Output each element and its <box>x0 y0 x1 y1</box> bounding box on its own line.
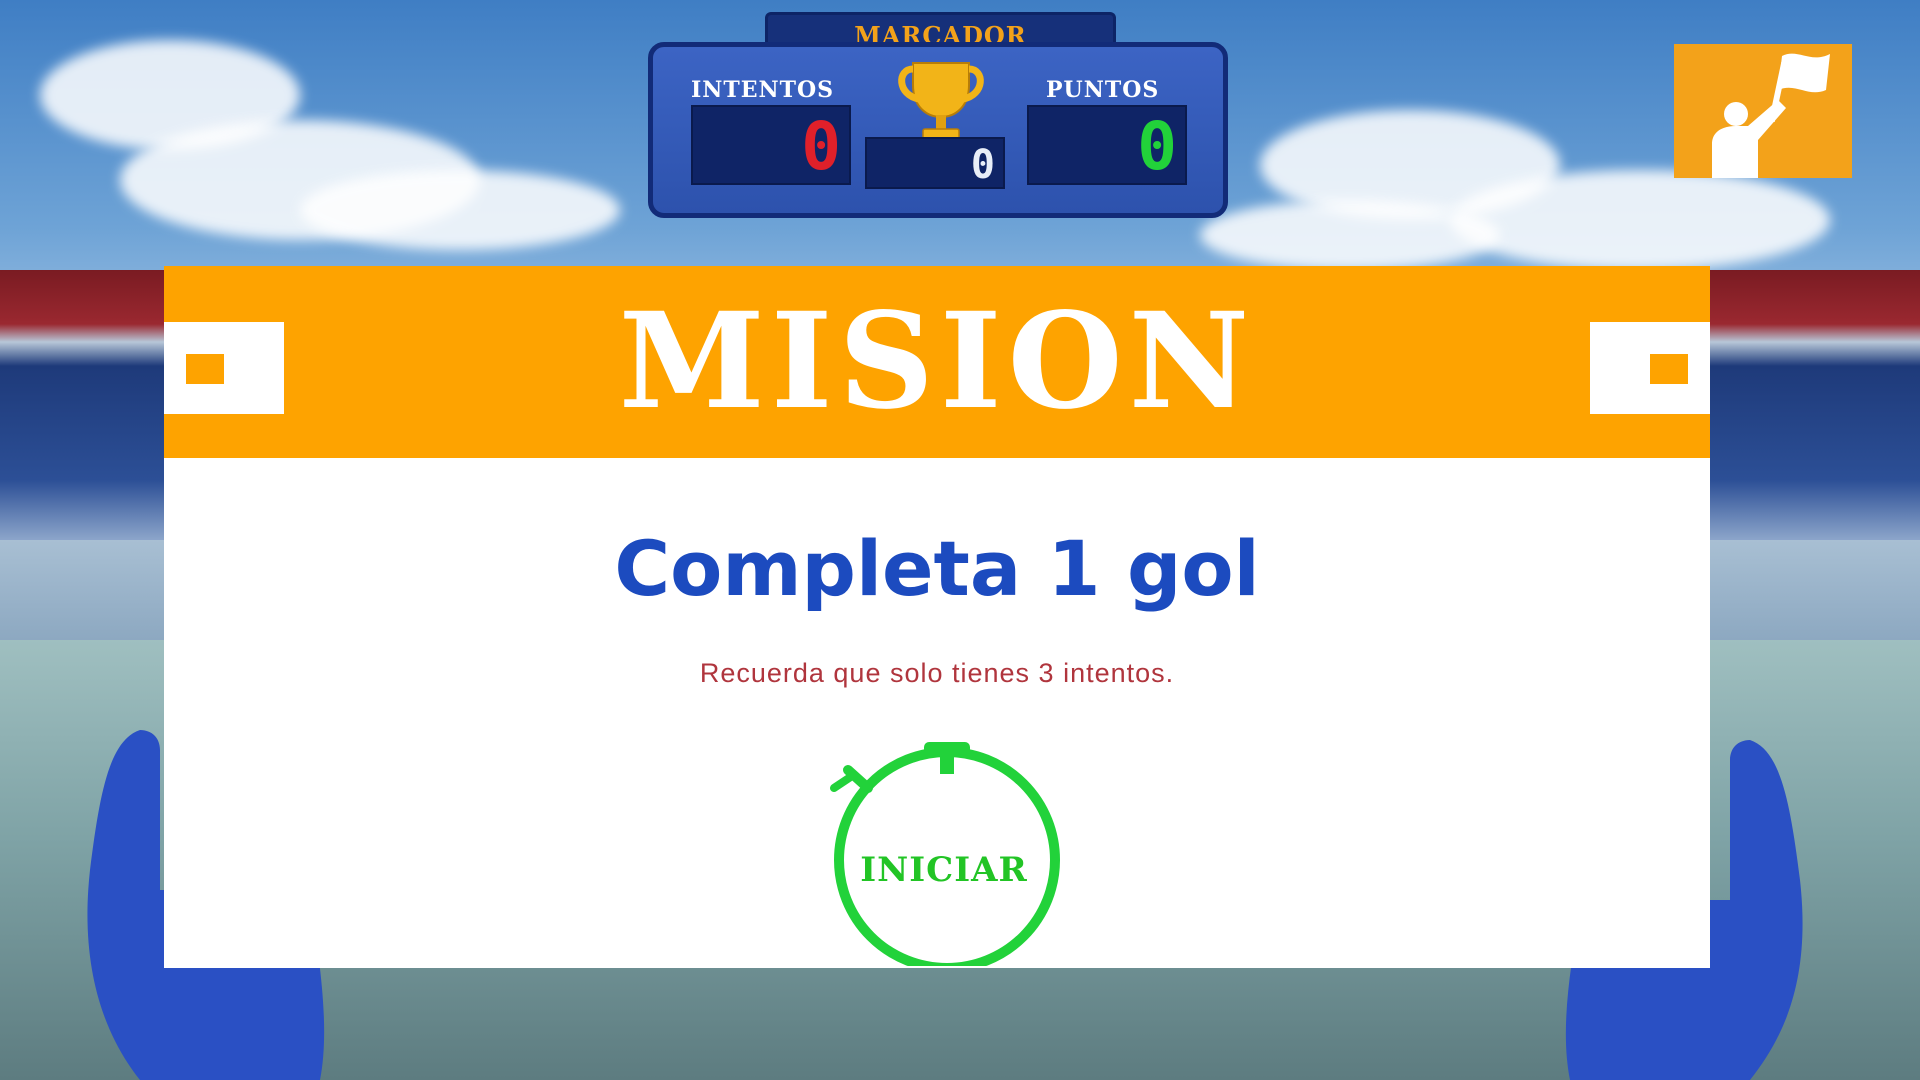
cloud <box>1200 200 1500 270</box>
attempts-label: INTENTOS <box>691 77 835 103</box>
attempts-display: 0 <box>691 105 851 185</box>
mission-card: MISION Completa 1 gol Recuerda que solo … <box>164 266 1710 973</box>
scoreboard: INTENTOS PUNTOS 0 0 0 <box>648 42 1228 218</box>
mission-objective: Completa 1 gol <box>614 524 1260 613</box>
stadium-stands-left <box>0 270 190 570</box>
start-button[interactable]: INICIAR <box>824 736 1064 973</box>
center-score-display: 0 <box>865 137 1005 189</box>
start-button-label: INICIAR <box>860 850 1028 890</box>
cloud <box>1450 170 1830 270</box>
referee-flag-icon <box>1712 53 1830 178</box>
mission-hint: Recuerda que solo tienes 3 intentos. <box>699 658 1175 688</box>
cloud <box>300 170 620 250</box>
referee-flag-button[interactable] <box>1674 44 1852 178</box>
trophy-icon <box>898 62 984 147</box>
points-label: PUNTOS <box>1046 77 1160 103</box>
stadium-stands-right <box>1700 270 1920 570</box>
mission-title: MISION <box>618 284 1256 439</box>
points-display: 0 <box>1027 105 1187 185</box>
